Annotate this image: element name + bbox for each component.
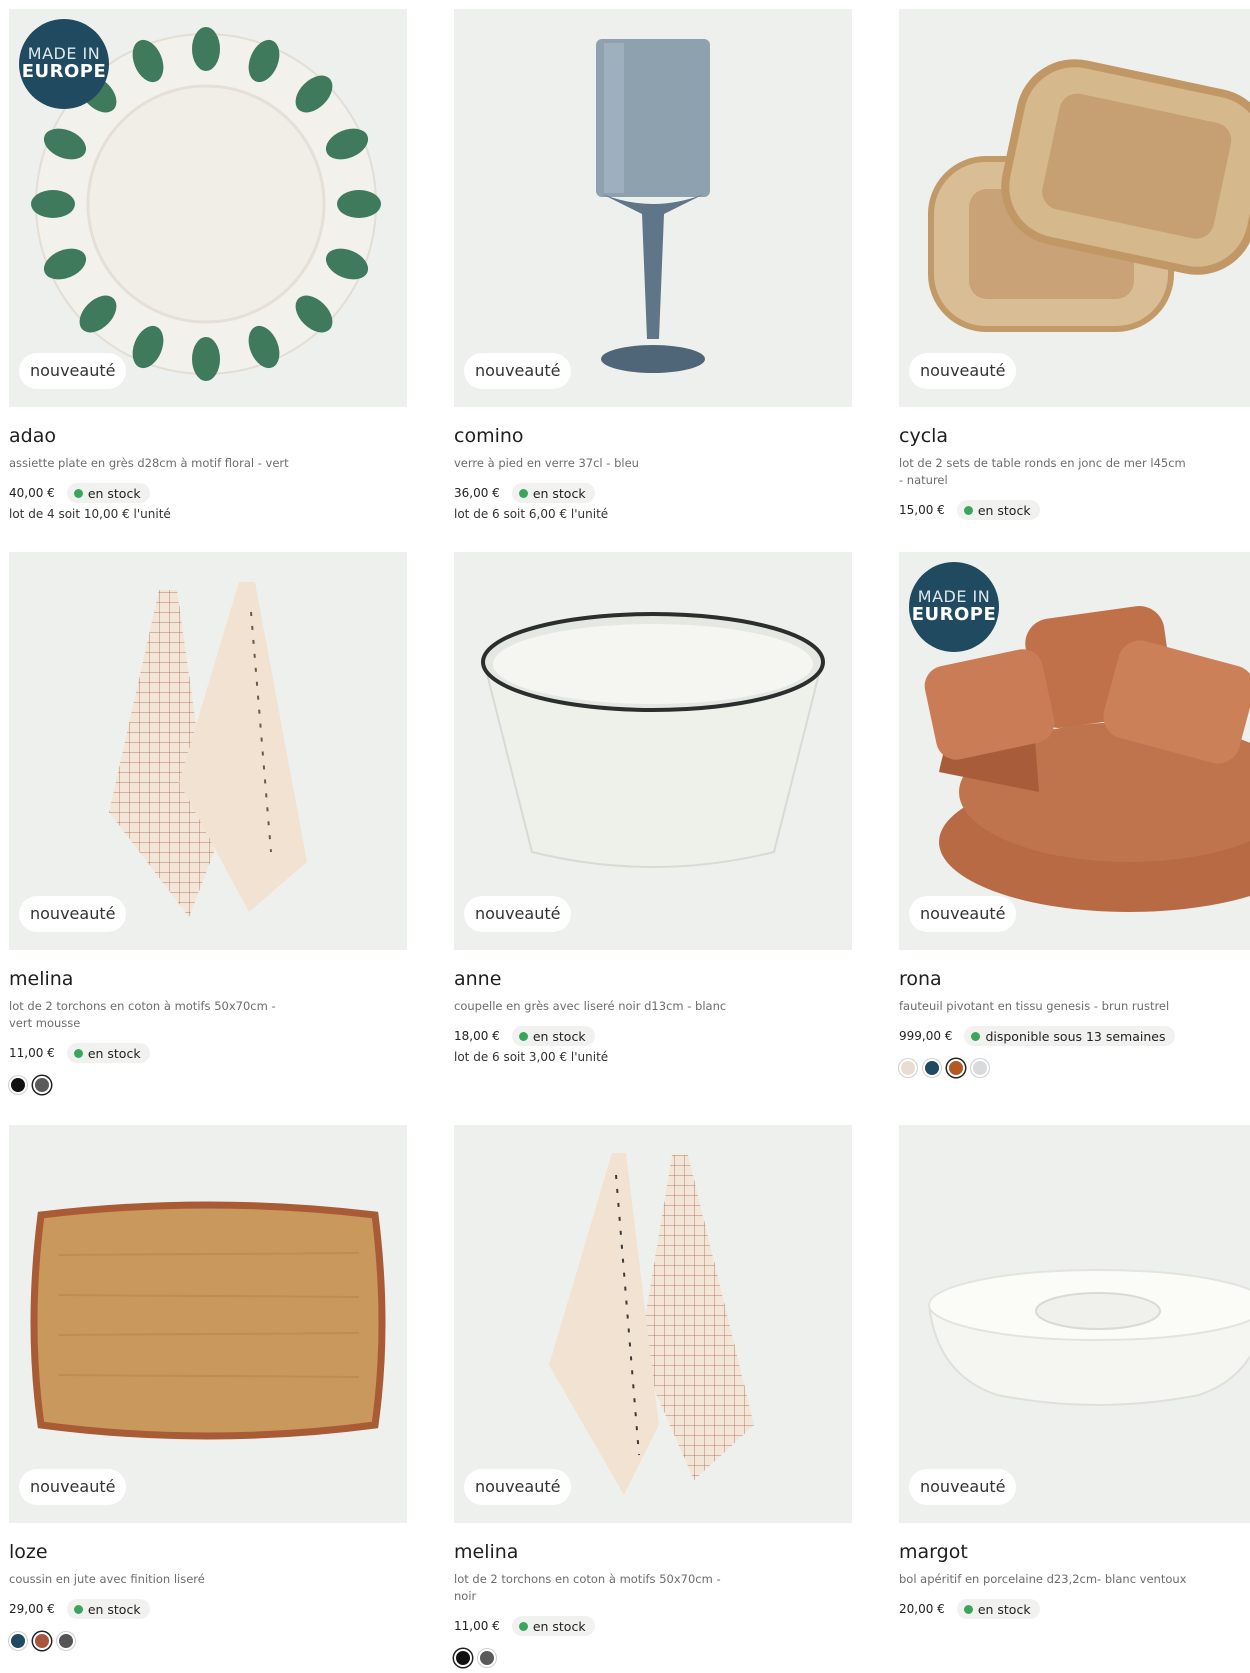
stock-badge: en stock	[66, 1043, 150, 1063]
new-badge: nouveauté	[909, 1469, 1017, 1505]
stock-dot-icon	[963, 505, 973, 515]
lot-info: lot de 4 soit 10,00 € l'unité	[9, 507, 171, 521]
new-badge: nouveauté	[19, 1469, 127, 1505]
product-card[interactable]: MADE IN EUROPE nouveauté rona fauteuil p…	[899, 552, 1250, 1077]
stock-dot-icon	[73, 1048, 83, 1058]
color-swatches	[454, 1649, 852, 1667]
stock-dot-icon	[518, 1031, 528, 1041]
product-image[interactable]: nouveauté	[899, 1125, 1250, 1523]
color-swatch-grey[interactable]	[57, 1632, 75, 1650]
product-description: lot de 2 sets de table ronds en jonc de …	[899, 456, 1186, 487]
new-badge: nouveauté	[19, 896, 127, 932]
product-description: fauteuil pivotant en tissu genesis - bru…	[899, 999, 1170, 1013]
color-swatches	[899, 1059, 1250, 1077]
made-in-europe-badge: MADE IN EUROPE	[19, 19, 109, 109]
new-badge: nouveauté	[464, 353, 572, 389]
color-swatches	[9, 1076, 407, 1094]
color-swatch-terracotta[interactable]	[33, 1632, 51, 1650]
stock-dot-icon	[73, 1604, 83, 1614]
stock-badge: disponible sous 13 semaines	[964, 1026, 1175, 1046]
new-badge: nouveauté	[19, 353, 127, 389]
product-price: 999,00 €	[899, 1029, 953, 1043]
product-description: bol apéritif en porcelaine d23,2cm- blan…	[899, 1572, 1187, 1586]
product-card[interactable]: nouveauté anne coupelle en grès avec lis…	[454, 552, 852, 1064]
color-swatch-grey[interactable]	[478, 1649, 496, 1667]
color-swatch-blue[interactable]	[923, 1059, 941, 1077]
stock-badge: en stock	[511, 1616, 595, 1636]
product-image[interactable]: nouveauté	[454, 9, 852, 407]
color-swatch-black[interactable]	[9, 1076, 27, 1094]
wine-glass-illustration	[596, 39, 710, 373]
product-price: 11,00 €	[454, 1619, 500, 1633]
product-name[interactable]: comino	[454, 423, 852, 449]
product-image[interactable]: MADE IN EUROPE nouveauté	[9, 9, 407, 407]
product-name[interactable]: loze	[9, 1539, 407, 1565]
product-card[interactable]: nouveauté margot bol apéritif en porcela…	[899, 1125, 1250, 1620]
product-name[interactable]: margot	[899, 1539, 1250, 1565]
tea-towels-illustration	[549, 1153, 754, 1495]
new-badge: nouveauté	[909, 353, 1017, 389]
color-swatch-light-grey[interactable]	[971, 1059, 989, 1077]
stock-dot-icon	[963, 1604, 973, 1614]
new-badge: nouveauté	[464, 896, 572, 932]
cushion-illustration	[30, 1201, 386, 1440]
lot-info: lot de 6 soit 3,00 € l'unité	[454, 1050, 609, 1064]
stock-badge: en stock	[956, 500, 1040, 520]
stock-dot-icon	[73, 488, 83, 498]
made-in-europe-badge: MADE IN EUROPE	[909, 562, 999, 652]
product-card[interactable]: nouveauté cycla lot de 2 sets de table r…	[899, 9, 1250, 521]
stock-dot-icon	[518, 488, 528, 498]
product-name[interactable]: anne	[454, 966, 852, 992]
new-badge: nouveauté	[464, 1469, 572, 1505]
product-name[interactable]: melina	[9, 966, 407, 992]
product-price: 20,00 €	[899, 1602, 945, 1616]
product-price: 40,00 €	[9, 486, 55, 500]
product-price: 36,00 €	[454, 486, 500, 500]
placemats-illustration	[928, 59, 1250, 332]
stock-badge: en stock	[66, 483, 150, 503]
product-description: lot de 2 torchons en coton à motifs 50x7…	[454, 1572, 721, 1603]
product-image[interactable]: nouveauté	[899, 9, 1250, 407]
stock-dot-icon	[971, 1031, 981, 1041]
product-price: 11,00 €	[9, 1046, 55, 1060]
stock-badge: en stock	[956, 1599, 1040, 1619]
stock-dot-icon	[518, 1621, 528, 1631]
product-description: coussin en jute avec finition liseré	[9, 1572, 205, 1586]
product-image[interactable]: nouveauté	[454, 1125, 852, 1523]
product-description: lot de 2 torchons en coton à motifs 50x7…	[9, 999, 276, 1030]
product-image[interactable]: MADE IN EUROPE nouveauté	[899, 552, 1250, 950]
product-card[interactable]: nouveauté melina lot de 2 torchons en co…	[9, 552, 407, 1094]
product-name[interactable]: rona	[899, 966, 1250, 992]
stock-badge: en stock	[66, 1599, 150, 1619]
stock-badge: en stock	[511, 1026, 595, 1046]
product-name[interactable]: melina	[454, 1539, 852, 1565]
product-description: verre à pied en verre 37cl - bleu	[454, 456, 639, 470]
product-card[interactable]: nouveauté comino verre à pied en verre 3…	[454, 9, 852, 521]
product-card[interactable]: nouveauté loze coussin en jute avec fini…	[9, 1125, 407, 1650]
color-swatch-rust[interactable]	[947, 1059, 965, 1077]
color-swatches	[9, 1632, 407, 1650]
product-image[interactable]: nouveauté	[454, 552, 852, 950]
product-name[interactable]: cycla	[899, 423, 1250, 449]
bowl-illustration	[481, 612, 825, 868]
color-swatch-black[interactable]	[454, 1649, 472, 1667]
product-price: 29,00 €	[9, 1602, 55, 1616]
stock-badge: en stock	[511, 483, 595, 503]
product-card[interactable]: MADE IN EUROPE nouveauté adao assiette p…	[9, 9, 407, 521]
serving-bowl-illustration	[927, 1269, 1250, 1406]
color-swatch-beige[interactable]	[899, 1059, 917, 1077]
product-name[interactable]: adao	[9, 423, 407, 449]
new-badge: nouveauté	[909, 896, 1017, 932]
product-description: coupelle en grès avec liseré noir d13cm …	[454, 999, 727, 1013]
color-swatch-blue[interactable]	[9, 1632, 27, 1650]
product-card[interactable]: nouveauté melina lot de 2 torchons en co…	[454, 1125, 852, 1667]
lot-info: lot de 6 soit 6,00 € l'unité	[454, 507, 609, 521]
product-price: 18,00 €	[454, 1029, 500, 1043]
product-image[interactable]: nouveauté	[9, 552, 407, 950]
product-description: assiette plate en grès d28cm à motif flo…	[9, 456, 289, 470]
product-price: 15,00 €	[899, 503, 945, 517]
tea-towels-illustration	[109, 582, 307, 917]
color-swatch-grey[interactable]	[33, 1076, 51, 1094]
product-image[interactable]: nouveauté	[9, 1125, 407, 1523]
